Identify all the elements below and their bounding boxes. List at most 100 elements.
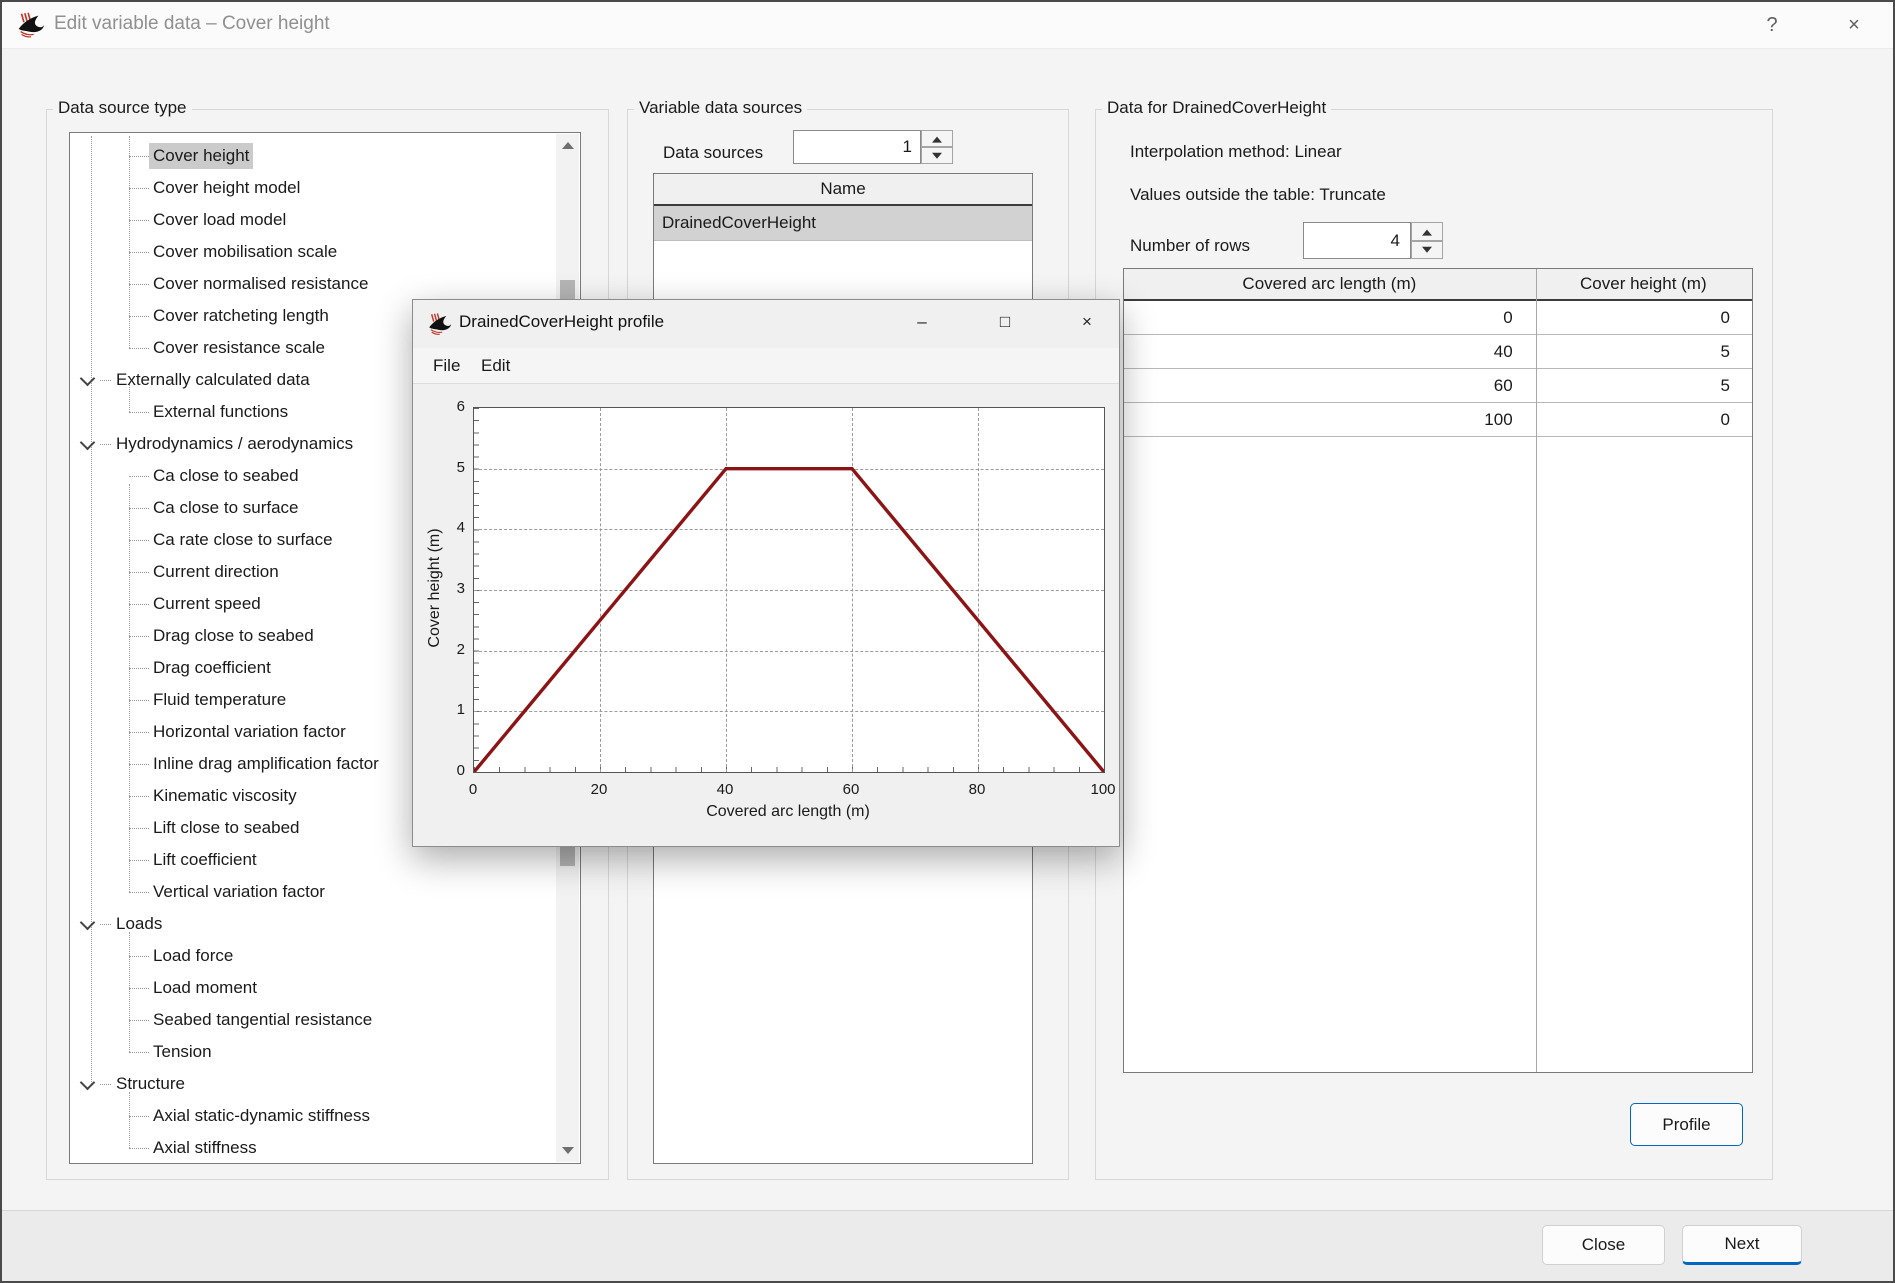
spin-up-button[interactable] <box>921 130 953 147</box>
tree-connector <box>129 412 149 413</box>
tree-connector <box>129 700 149 701</box>
profile-button[interactable]: Profile <box>1630 1103 1743 1146</box>
profile-window: DrainedCoverHeight profile – □ × File Ed… <box>412 299 1120 847</box>
tree-item[interactable]: Seabed tangential resistance <box>70 1004 580 1036</box>
tree-connector <box>129 540 149 541</box>
covered-arc-length-cell[interactable]: 100 <box>1124 403 1535 436</box>
tree-item-label: Drag close to seabed <box>149 623 318 649</box>
tree-item[interactable]: Lift coefficient <box>70 844 580 876</box>
tree-item-label: Cover height model <box>149 175 304 201</box>
tree-connector <box>129 636 149 637</box>
tree-item-label: Drag coefficient <box>149 655 275 681</box>
tree-item-label: Externally calculated data <box>112 367 314 393</box>
tree-connector <box>129 1052 149 1053</box>
tree-item[interactable]: Loads <box>70 908 580 940</box>
tree-item[interactable]: Cover normalised resistance <box>70 268 580 300</box>
orcaflex-logo-icon <box>15 10 45 45</box>
tree-item[interactable]: Cover height <box>70 140 580 172</box>
next-button[interactable]: Next <box>1682 1225 1802 1265</box>
tree-item[interactable]: Structure <box>70 1068 580 1100</box>
tree-item-label: Load force <box>149 943 237 969</box>
profile-menubar: File Edit <box>413 348 1119 384</box>
profile-chart-plot-area <box>473 407 1105 773</box>
profile-window-titlebar[interactable]: DrainedCoverHeight profile – □ × <box>413 300 1119 348</box>
spin-down-button[interactable] <box>921 147 953 164</box>
cover-height-cell[interactable]: 5 <box>1535 335 1752 368</box>
tree-item[interactable]: Axial stiffness <box>70 1132 580 1164</box>
tree-item-label: Axial static-dynamic stiffness <box>149 1103 374 1129</box>
tree-item-label: Horizontal variation factor <box>149 719 350 745</box>
tree-item-label: Hydrodynamics / aerodynamics <box>112 431 357 457</box>
tree-item-label: Fluid temperature <box>149 687 290 713</box>
x-tick-label: 20 <box>574 781 624 798</box>
chevron-down-icon[interactable] <box>80 1075 96 1091</box>
chevron-down-icon[interactable] <box>80 435 96 451</box>
tree-connector <box>129 348 149 349</box>
tree-item-label: Ca rate close to surface <box>149 527 337 553</box>
table-row: 00 <box>1124 301 1752 335</box>
tree-item-label: Kinematic viscosity <box>149 783 301 809</box>
tree-item-label: Vertical variation factor <box>149 879 329 905</box>
spin-up-button[interactable] <box>1411 222 1443 241</box>
menu-file[interactable]: File <box>423 348 470 383</box>
cover-height-cell[interactable]: 5 <box>1535 369 1752 402</box>
chevron-down-icon[interactable] <box>80 915 96 931</box>
tree-connector <box>129 572 149 573</box>
tree-item-label: Cover normalised resistance <box>149 271 372 297</box>
y-axis-title: Cover height (m) <box>426 503 444 673</box>
data-sources-input[interactable]: 1 <box>793 130 921 164</box>
tree-item[interactable]: Load force <box>70 940 580 972</box>
data-source-type-label: Data source type <box>53 98 192 118</box>
dialog-title: Edit variable data – Cover height <box>54 13 330 35</box>
number-of-rows-label: Number of rows <box>1130 236 1250 256</box>
tree-connector <box>129 284 149 285</box>
name-column-header: Name <box>654 174 1032 206</box>
data-source-row[interactable]: DrainedCoverHeight <box>654 206 1032 241</box>
tree-item-label: Lift coefficient <box>149 847 261 873</box>
profile-window-title: DrainedCoverHeight profile <box>459 312 664 332</box>
tree-item-label: Cover resistance scale <box>149 335 329 361</box>
tree-item-label: External functions <box>149 399 292 425</box>
scroll-down-icon[interactable] <box>562 1147 574 1154</box>
profile-line-series <box>474 408 1104 772</box>
scroll-up-icon[interactable] <box>562 142 574 149</box>
tree-item[interactable]: Cover height model <box>70 172 580 204</box>
close-icon[interactable]: × <box>1837 10 1871 40</box>
covered-arc-length-cell[interactable]: 40 <box>1124 335 1535 368</box>
tree-item-label: Loads <box>112 911 166 937</box>
tree-item[interactable]: Cover mobilisation scale <box>70 236 580 268</box>
menu-edit[interactable]: Edit <box>471 348 520 383</box>
minimize-icon[interactable]: – <box>908 308 936 336</box>
tree-connector <box>129 956 149 957</box>
close-button[interactable]: Close <box>1542 1225 1665 1265</box>
tree-connector <box>129 860 149 861</box>
tree-item[interactable]: Load moment <box>70 972 580 1004</box>
cover-height-cell[interactable]: 0 <box>1535 301 1752 334</box>
y-tick-label: 6 <box>429 398 465 415</box>
close-icon[interactable]: × <box>1073 308 1101 336</box>
chevron-down-icon[interactable] <box>80 371 96 387</box>
tree-item[interactable]: Vertical variation factor <box>70 876 580 908</box>
table-row: 1000 <box>1124 403 1752 437</box>
tree-item[interactable]: Axial static-dynamic stiffness <box>70 1100 580 1132</box>
tree-connector <box>129 604 149 605</box>
tree-connector <box>129 252 149 253</box>
tree-connector <box>100 1084 111 1085</box>
tree-connector <box>129 764 149 765</box>
number-of-rows-input[interactable]: 4 <box>1303 222 1411 259</box>
tree-item-label: Cover load model <box>149 207 290 233</box>
covered-arc-length-cell[interactable]: 60 <box>1124 369 1535 402</box>
tree-item[interactable]: Cover load model <box>70 204 580 236</box>
tree-connector <box>129 732 149 733</box>
x-axis-title: Covered arc length (m) <box>638 803 938 821</box>
x-tick-label: 80 <box>952 781 1002 798</box>
tree-item[interactable]: Tension <box>70 1036 580 1068</box>
help-icon[interactable]: ? <box>1755 10 1789 40</box>
tree-connector <box>100 380 111 381</box>
cover-height-cell[interactable]: 0 <box>1535 403 1752 436</box>
table-row: 405 <box>1124 335 1752 369</box>
maximize-icon[interactable]: □ <box>991 308 1019 336</box>
covered-arc-length-cell[interactable]: 0 <box>1124 301 1535 334</box>
spin-down-button[interactable] <box>1411 241 1443 259</box>
tree-item-label: Axial stiffness <box>149 1135 261 1161</box>
